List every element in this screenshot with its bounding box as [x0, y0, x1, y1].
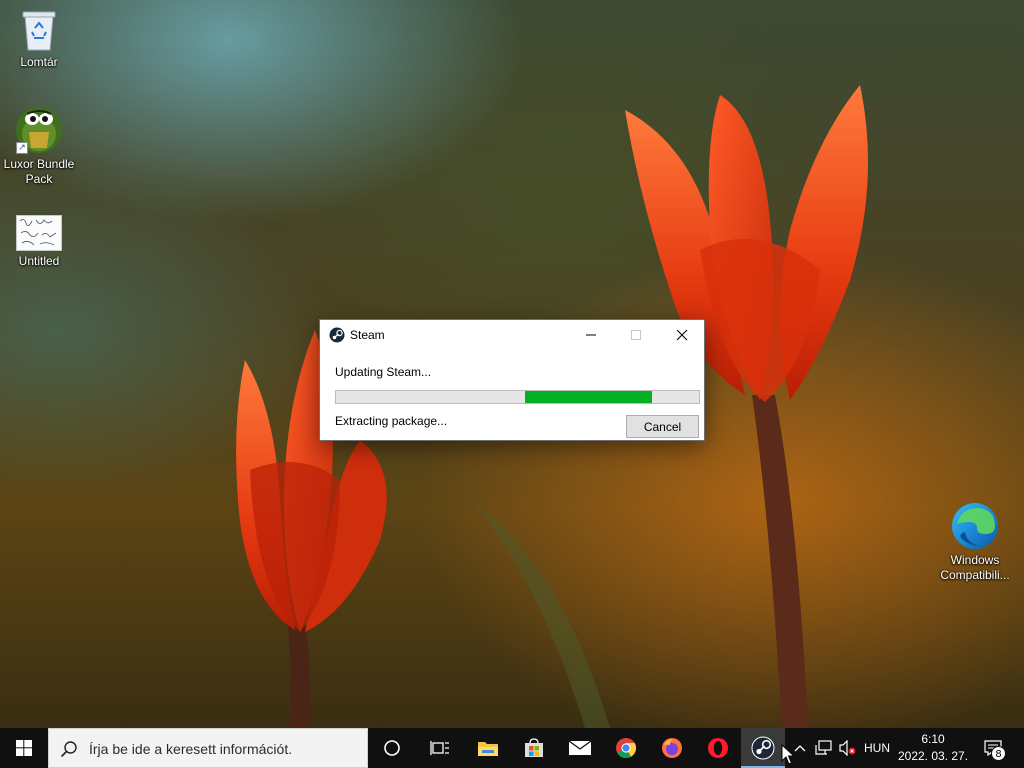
search-placeholder: Írja be ide a keresett információt. — [89, 741, 293, 757]
store-button[interactable] — [512, 728, 556, 768]
desktop-icon-label: Untitled — [18, 254, 60, 268]
chevron-up-icon — [794, 745, 806, 752]
desktop-icon-windows-compatibility[interactable]: Windows Compatibili... — [936, 502, 1014, 583]
taskbar-search-box[interactable]: Írja be ide a keresett információt. — [48, 728, 368, 768]
chrome-button[interactable] — [604, 728, 648, 768]
volume-tray-button[interactable] — [836, 728, 858, 768]
windows-start-icon — [16, 740, 32, 756]
search-icon — [60, 741, 77, 758]
paint-image-icon — [16, 215, 62, 251]
mail-icon — [568, 740, 592, 755]
cortana-button[interactable] — [370, 728, 414, 768]
task-view-button[interactable] — [418, 728, 462, 768]
desktop-icon-untitled[interactable]: Untitled — [0, 215, 78, 269]
close-button[interactable] — [659, 320, 705, 350]
minimize-button[interactable] — [568, 320, 614, 350]
opera-icon — [708, 738, 728, 758]
cancel-button[interactable]: Cancel — [626, 415, 699, 438]
steam-update-dialog: Steam Updating Steam... Extracting packa… — [319, 319, 705, 441]
steam-taskbar-button[interactable] — [741, 728, 785, 768]
taskbar-clock[interactable]: 6:10 2022. 03. 27. — [896, 731, 970, 765]
notification-count-badge: 8 — [991, 746, 1006, 761]
desktop-icon-luxor-bundle-pack[interactable]: ↗ Luxor Bundle Pack — [0, 106, 78, 187]
mail-button[interactable] — [558, 728, 602, 768]
minimize-icon — [586, 334, 596, 336]
update-detail-text: Extracting package... — [335, 414, 448, 428]
clock-time: 6:10 — [921, 732, 945, 746]
network-icon — [815, 740, 832, 755]
desktop-icon-label: Luxor Bundle Pack — [3, 157, 75, 186]
edge-browser-icon — [952, 503, 998, 549]
firefox-icon — [662, 738, 682, 758]
steam-icon — [751, 736, 775, 760]
update-progress-bar — [335, 390, 700, 404]
desktop-icon-label: Windows Compatibili... — [940, 553, 1010, 582]
start-button[interactable] — [0, 728, 48, 768]
cortana-icon — [384, 740, 400, 756]
task-view-icon — [430, 741, 449, 755]
network-tray-button[interactable] — [813, 728, 835, 768]
store-icon — [525, 738, 543, 757]
dialog-titlebar[interactable]: Steam — [320, 320, 704, 350]
file-explorer-button[interactable] — [466, 728, 510, 768]
firefox-button[interactable] — [650, 728, 694, 768]
desktop-icon-recycle-bin[interactable]: Lomtár — [0, 8, 78, 70]
dialog-title: Steam — [350, 328, 385, 342]
volume-muted-icon — [839, 740, 856, 756]
close-icon — [676, 329, 688, 341]
steam-icon — [329, 327, 345, 343]
file-explorer-icon — [478, 742, 498, 756]
maximize-icon — [631, 330, 641, 340]
clock-date: 2022. 03. 27. — [897, 749, 969, 763]
opera-button[interactable] — [696, 728, 740, 768]
update-status-text: Updating Steam... — [335, 365, 432, 379]
recycle-bin-icon — [22, 11, 56, 51]
progress-fill — [524, 391, 652, 403]
maximize-button[interactable] — [613, 320, 659, 350]
chrome-icon — [616, 738, 637, 759]
shortcut-arrow-icon: ↗ — [16, 142, 28, 154]
mouse-cursor-icon — [781, 744, 795, 765]
show-desktop-button[interactable] — [1016, 728, 1024, 768]
input-language-indicator[interactable]: HUN — [864, 741, 890, 755]
desktop-icon-label: Lomtár — [20, 55, 58, 69]
